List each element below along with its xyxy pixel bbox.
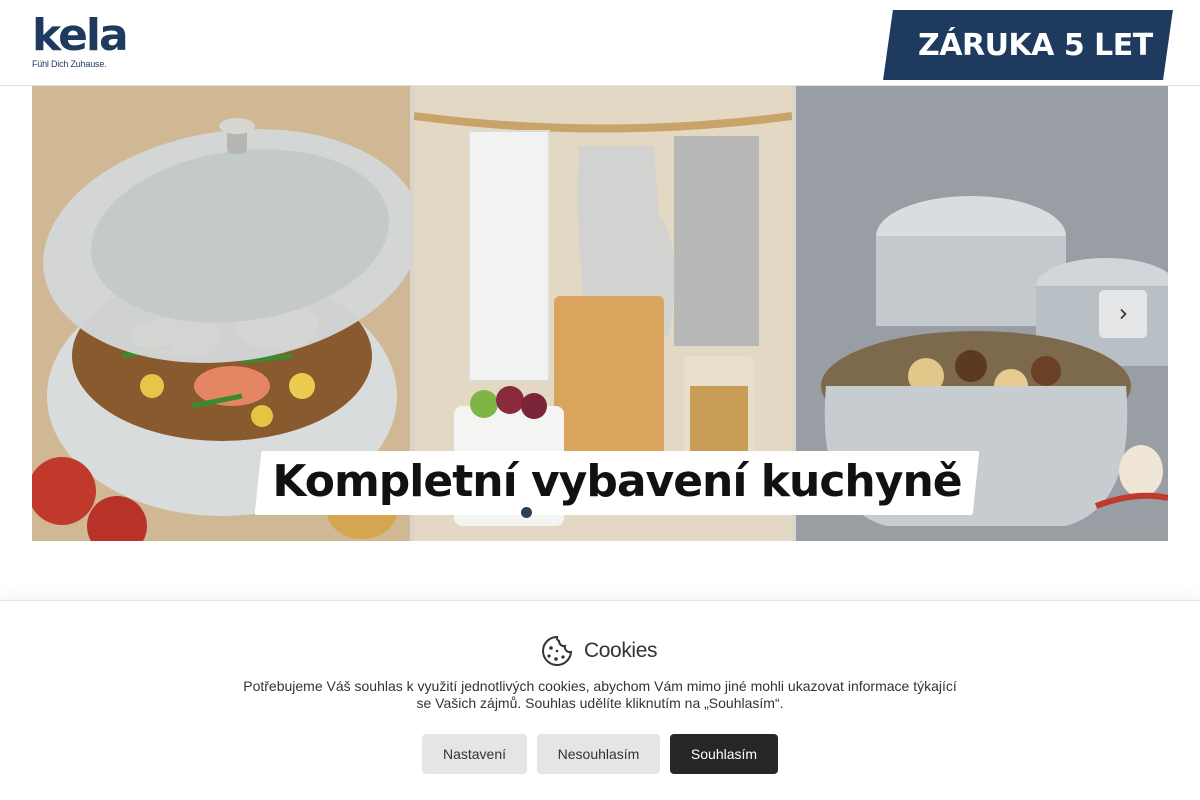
kela-logo[interactable]: kela Fühl Dich Zuhause.	[32, 10, 129, 70]
logo-wordmark: kela	[32, 10, 129, 61]
cookie-consent-bar: Cookies Potřebujeme Váš souhlas k využit…	[0, 600, 1200, 800]
cookie-accept-button[interactable]: Souhlasím	[670, 734, 778, 774]
cookie-decline-button[interactable]: Nesouhlasím	[537, 734, 660, 774]
cookie-title-row: Cookies	[540, 634, 657, 668]
cookie-icon	[542, 635, 573, 666]
carousel-dot-1[interactable]	[521, 507, 532, 518]
cookie-settings-button[interactable]: Nastavení	[422, 734, 527, 774]
warranty-banner-text: ZÁRUKA 5 LET	[918, 28, 1153, 63]
hero-headline: Kompletní vybavení kuchyně	[272, 456, 962, 507]
carousel-next-button[interactable]	[1099, 290, 1147, 338]
cookie-title: Cookies	[584, 639, 658, 662]
cookie-description: Potřebujeme Váš souhlas k využití jednot…	[243, 678, 957, 711]
chevron-right-icon	[1120, 308, 1127, 320]
